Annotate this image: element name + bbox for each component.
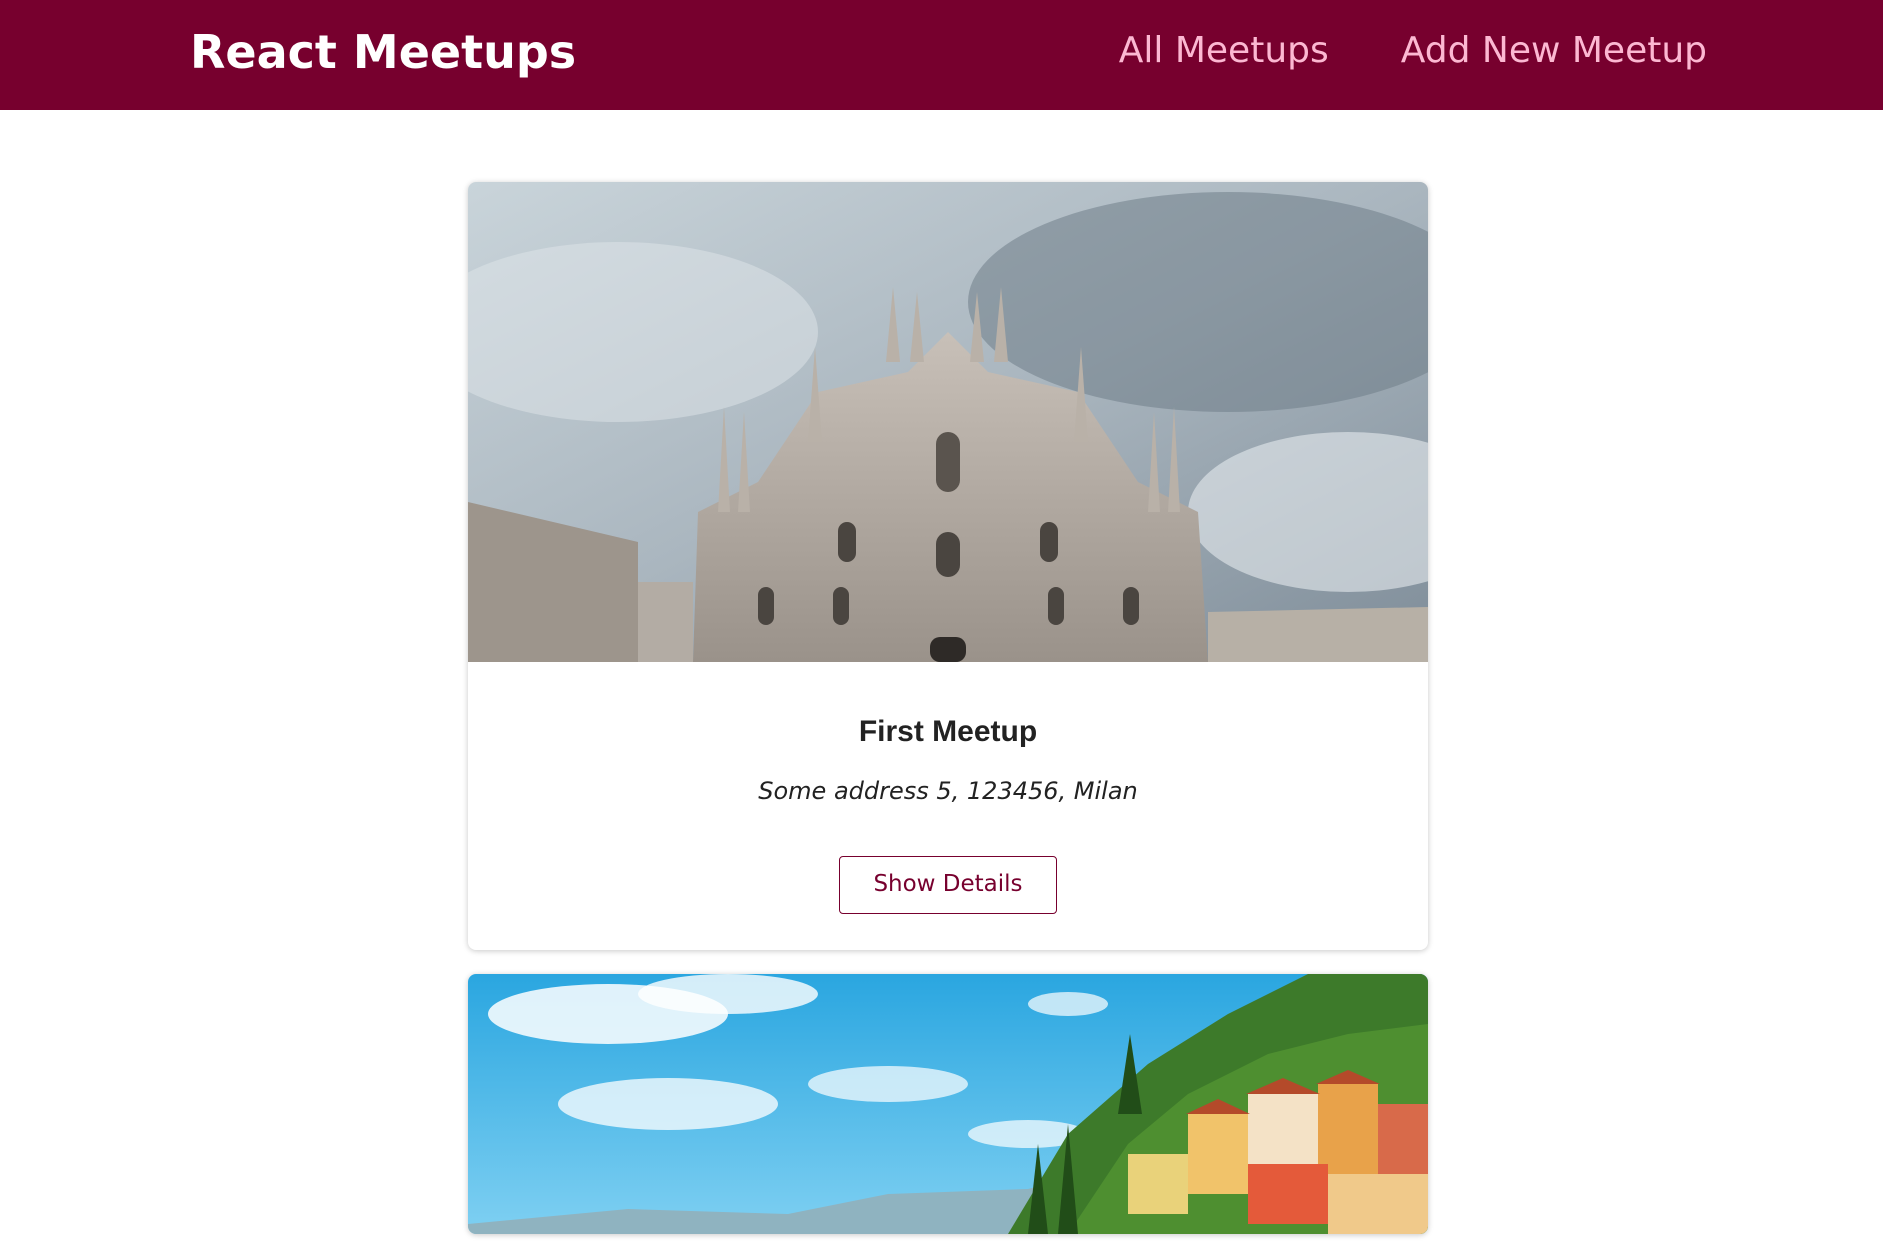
meetup-list: First Meetup Some address 5, 123456, Mil…: [468, 182, 1428, 1258]
meetup-card-content: First Meetup Some address 5, 123456, Mil…: [468, 662, 1428, 806]
meetup-image-lakeside: [468, 974, 1428, 1234]
main-nav: All Meetups Add New Meetup: [1119, 28, 1707, 74]
nav-link-add-new-meetup[interactable]: Add New Meetup: [1401, 28, 1707, 74]
cathedral-photo: [468, 182, 1428, 662]
meetup-title: First Meetup: [858, 715, 1038, 748]
main-header: React Meetups All Meetups Add New Meetup: [0, 0, 1883, 110]
show-details-button[interactable]: Show Details: [839, 856, 1057, 914]
nav-link-all-meetups[interactable]: All Meetups: [1119, 28, 1329, 74]
meetup-address: Some address 5, 123456, Milan: [758, 777, 1138, 805]
logo[interactable]: React Meetups: [190, 24, 576, 80]
lakeside-village-photo: [468, 974, 1428, 1234]
meetup-card: First Meetup Some address 5, 123456, Mil…: [468, 182, 1428, 950]
meetup-card: [468, 974, 1428, 1234]
meetup-image-cathedral: [468, 182, 1428, 662]
meetup-card-actions: Show Details: [468, 806, 1428, 950]
